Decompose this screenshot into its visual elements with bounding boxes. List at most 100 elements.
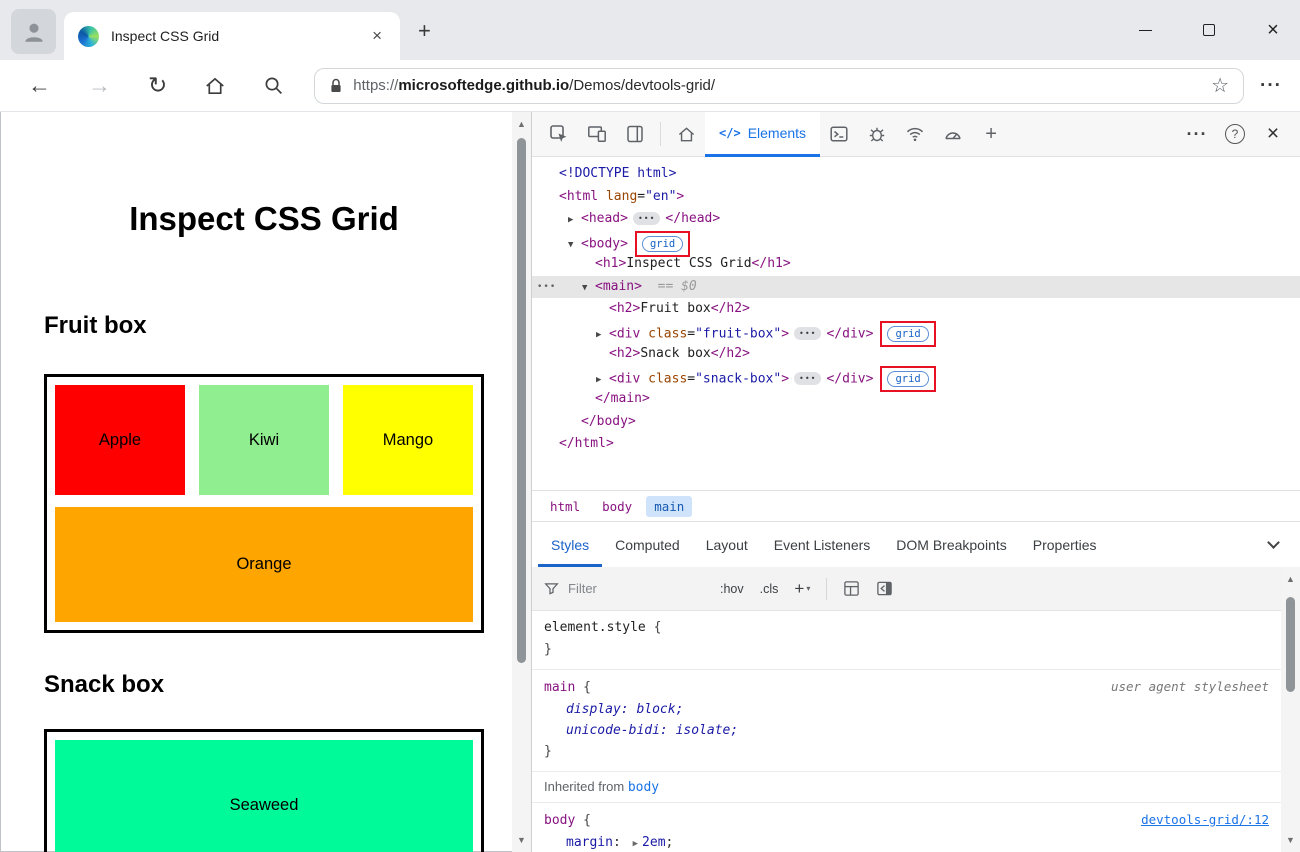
collapse-arrow-icon[interactable]: ▼: [582, 277, 595, 300]
tab-elements[interactable]: </> Elements: [705, 112, 820, 157]
tab-title: Inspect CSS Grid: [111, 28, 368, 44]
dom-tree-node[interactable]: </main>: [532, 388, 1300, 411]
tab-styles[interactable]: Styles: [538, 522, 602, 567]
tab-event-listeners[interactable]: Event Listeners: [761, 522, 884, 567]
collapsed-content-icon[interactable]: •••: [794, 327, 821, 340]
devtools-help-button[interactable]: ?: [1216, 117, 1254, 151]
code-token: =: [687, 326, 695, 341]
node-content: </main>: [532, 388, 650, 411]
dom-tree-node[interactable]: •••▼<main> == $0: [532, 276, 1300, 299]
node-content: ▼<main> == $0: [532, 276, 697, 300]
inspect-element-button[interactable]: [540, 117, 578, 151]
stylesheet-source-link[interactable]: devtools-grid/:12: [1141, 809, 1269, 831]
scroll-up-icon[interactable]: ▲: [1281, 574, 1300, 584]
computed-sidebar-toggle-button[interactable]: [876, 580, 893, 597]
dom-tree-node[interactable]: <html lang="en">: [532, 186, 1300, 209]
dom-tree-node[interactable]: </body>: [532, 411, 1300, 434]
debugger-tab-button[interactable]: [858, 117, 896, 151]
dom-tree-node[interactable]: <h2>Snack box</h2>: [532, 343, 1300, 366]
scroll-down-icon[interactable]: ▼: [512, 835, 531, 845]
close-icon: ×: [1267, 20, 1279, 40]
tab-layout[interactable]: Layout: [693, 522, 761, 567]
elements-tab-label: Elements: [748, 125, 806, 141]
node-content: <h2>Fruit box</h2>: [532, 298, 750, 321]
semicolon: ;: [666, 835, 674, 850]
forward-button[interactable]: →: [88, 74, 111, 97]
search-button[interactable]: [263, 75, 284, 96]
expand-arrow-icon[interactable]: ▶: [568, 209, 581, 232]
code-token: <h2>: [609, 346, 640, 361]
code-token: </head>: [665, 211, 720, 226]
minimize-button[interactable]: [1134, 19, 1156, 41]
tab-properties[interactable]: Properties: [1020, 522, 1110, 567]
devtools-close-button[interactable]: ×: [1254, 117, 1292, 151]
grid-badge[interactable]: grid: [887, 326, 928, 342]
style-rule-body[interactable]: body { devtools-grid/:12 margin: ▶2em;: [532, 803, 1281, 852]
css-property[interactable]: margin: ▶2em;: [544, 832, 1269, 852]
home-button[interactable]: [204, 75, 226, 97]
tab-close-icon[interactable]: ×: [368, 26, 386, 46]
tab-computed[interactable]: Computed: [602, 522, 693, 567]
filter-box[interactable]: [544, 581, 704, 596]
collapsed-content-icon[interactable]: •••: [633, 212, 660, 225]
scrollbar-thumb[interactable]: [1286, 597, 1295, 692]
css-property[interactable]: unicode-bidi: isolate;: [544, 720, 1269, 741]
node-options-icon[interactable]: •••: [537, 276, 556, 299]
device-emulation-button[interactable]: [578, 117, 616, 151]
toggle-hover-button[interactable]: :hov: [720, 582, 744, 596]
network-tab-button[interactable]: [896, 117, 934, 151]
scroll-up-icon[interactable]: ▲: [512, 119, 531, 129]
chevron-down-icon[interactable]: [1267, 536, 1280, 549]
scroll-down-icon[interactable]: ▼: [1281, 835, 1300, 845]
code-token: "snack-box": [695, 371, 781, 386]
breadcrumb-body[interactable]: body: [594, 496, 640, 517]
maximize-button[interactable]: [1198, 19, 1220, 41]
address-bar[interactable]: https://microsoftedge.github.io/Demos/de…: [314, 68, 1244, 104]
close-window-button[interactable]: ×: [1262, 19, 1284, 41]
style-rule-main[interactable]: main { user agent stylesheet display: bl…: [532, 670, 1281, 772]
profile-avatar[interactable]: [11, 9, 56, 54]
dom-tree-node[interactable]: <h2>Fruit box</h2>: [532, 298, 1300, 321]
dom-tree-node[interactable]: ▼<body>grid: [532, 231, 1300, 254]
tab-dom-breakpoints[interactable]: DOM Breakpoints: [883, 522, 1019, 567]
scrollbar-thumb[interactable]: [517, 138, 526, 663]
element-states-button[interactable]: [843, 580, 860, 597]
styles-scrollbar[interactable]: ▲ ▼: [1281, 567, 1300, 852]
dom-tree-node[interactable]: ▶<head>•••</head>: [532, 208, 1300, 231]
back-button[interactable]: ←: [28, 74, 51, 97]
dock-panel-button[interactable]: [616, 117, 654, 151]
dom-tree-node[interactable]: </html>: [532, 433, 1300, 456]
more-tools-button[interactable]: +: [972, 117, 1010, 151]
toggle-class-button[interactable]: .cls: [760, 582, 779, 596]
breadcrumb-html[interactable]: html: [542, 496, 588, 517]
inherited-body-link[interactable]: body: [628, 780, 659, 795]
expand-shorthand-icon[interactable]: ▶: [629, 839, 642, 849]
code-token: >: [781, 326, 789, 341]
dom-tree-node[interactable]: <!DOCTYPE html>: [532, 163, 1300, 186]
dom-tree-node[interactable]: <h1>Inspect CSS Grid</h1>: [532, 253, 1300, 276]
refresh-button[interactable]: ↻: [148, 74, 167, 97]
grid-badge[interactable]: grid: [642, 236, 683, 252]
console-tab-button[interactable]: [820, 117, 858, 151]
devtools-menu-button[interactable]: ···: [1178, 117, 1216, 151]
rule-selector: element.style: [544, 617, 646, 639]
filter-input[interactable]: [568, 581, 678, 596]
collapsed-content-icon[interactable]: •••: [794, 372, 821, 385]
snack-box-grid: Seaweed: [44, 729, 484, 852]
browser-menu-button[interactable]: ···: [1260, 75, 1282, 97]
dom-tree-node[interactable]: ▶<div class="fruit-box">•••</div>grid: [532, 321, 1300, 344]
page-scrollbar[interactable]: ▲ ▼: [512, 112, 531, 852]
breadcrumb-main[interactable]: main: [646, 496, 692, 517]
dom-tree-node[interactable]: ▶<div class="snack-box">•••</div>grid: [532, 366, 1300, 389]
css-property[interactable]: display: block;: [544, 699, 1269, 720]
favorite-star-icon[interactable]: ☆: [1211, 73, 1229, 98]
grid-badge[interactable]: grid: [887, 371, 928, 387]
property-value: isolate: [676, 723, 731, 738]
welcome-tab-button[interactable]: [667, 117, 705, 151]
new-style-rule-button[interactable]: +▾: [794, 579, 810, 599]
new-tab-button[interactable]: +: [418, 18, 431, 44]
performance-tab-button[interactable]: [934, 117, 972, 151]
browser-tab[interactable]: Inspect CSS Grid ×: [64, 12, 400, 60]
style-rule-element[interactable]: element.style { }: [532, 611, 1281, 670]
colon: :: [660, 723, 676, 738]
